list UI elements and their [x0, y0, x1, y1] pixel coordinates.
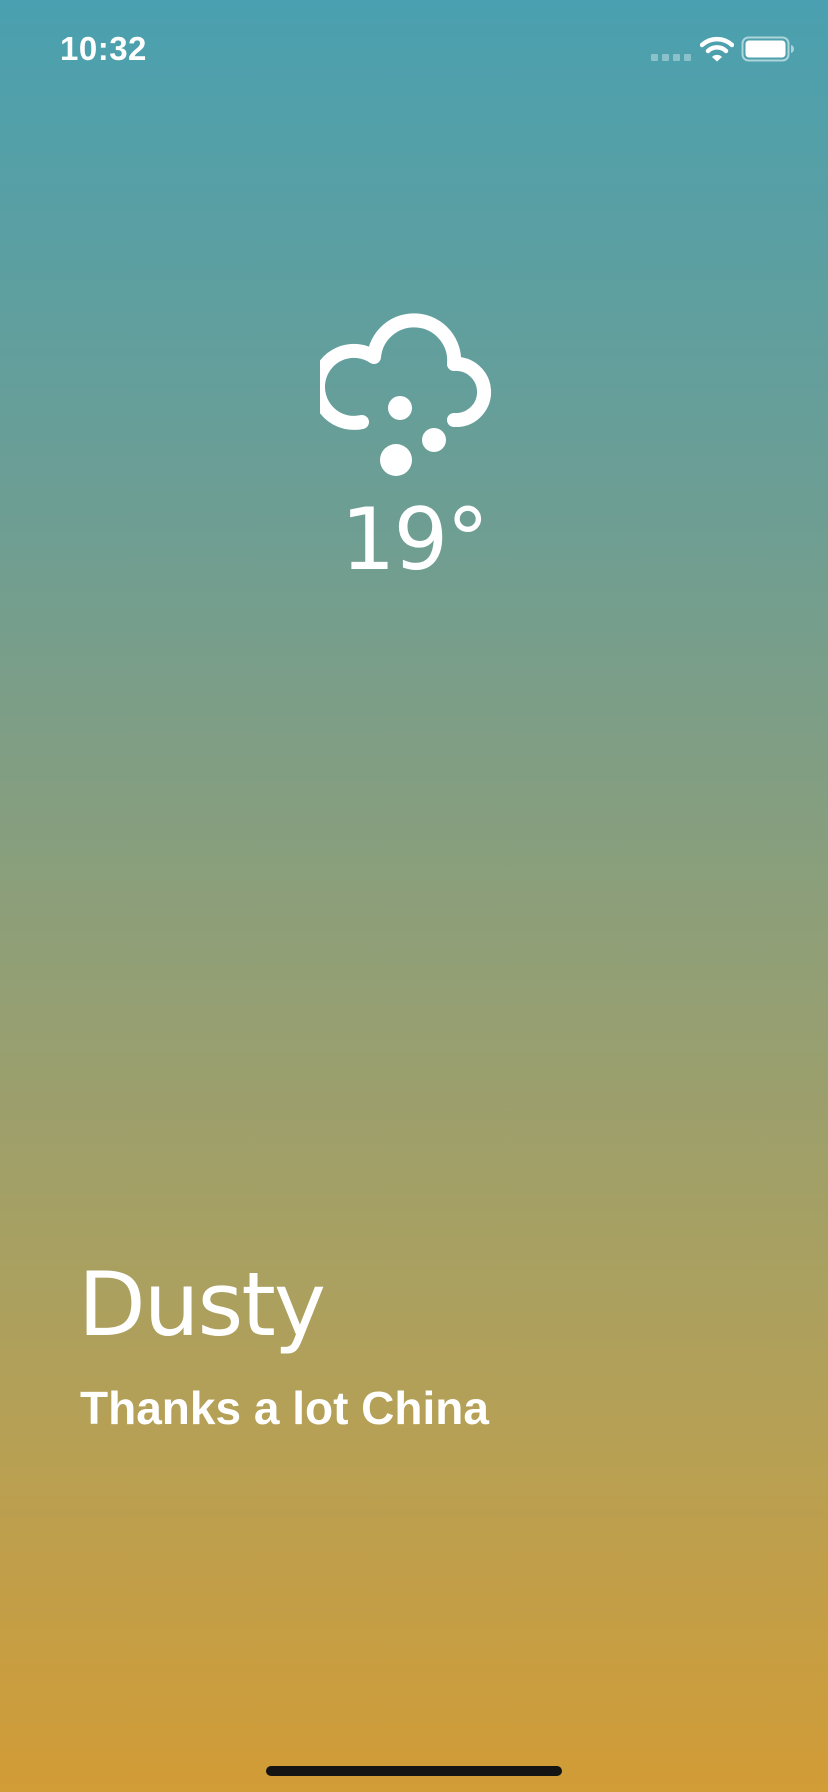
- wifi-icon: [700, 36, 734, 62]
- status-time: 10:32: [60, 30, 147, 67]
- status-bar: 10:32: [0, 0, 828, 100]
- battery-full-icon: [741, 36, 794, 62]
- cellular-signal-icon: [651, 54, 691, 61]
- weather-message: Thanks a lot China: [80, 1382, 489, 1434]
- cloud-hail-icon: [320, 313, 491, 476]
- home-indicator[interactable]: [266, 1766, 562, 1776]
- weather-condition: Dusty: [78, 1253, 326, 1356]
- weather-screen: 10:32 19° Dusty Thanks a lot China: [0, 0, 828, 1792]
- temperature-value: 19°: [340, 490, 489, 590]
